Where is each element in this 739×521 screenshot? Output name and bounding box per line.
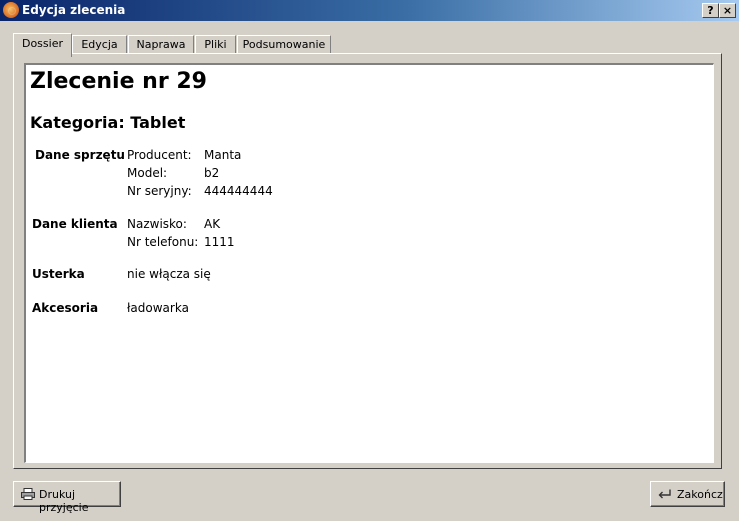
label-producer: Producent: — [127, 148, 192, 162]
value-serial: 444444444 — [204, 184, 273, 198]
section-title-fault: Usterka — [32, 267, 85, 281]
category-heading: Kategoria: Tablet — [30, 113, 186, 132]
tab-edycja[interactable]: Edycja — [72, 35, 127, 53]
value-surname: AK — [204, 217, 221, 231]
finish-label: Zakończ — [677, 488, 723, 501]
print-receipt-button[interactable]: Drukuj przyjęcie — [13, 481, 121, 514]
finish-button[interactable]: Zakończ — [650, 481, 725, 507]
value-producer: Manta — [204, 148, 242, 162]
order-heading: Zlecenie nr 29 — [30, 69, 207, 94]
tab-podsumowanie[interactable]: Podsumowanie — [237, 35, 331, 53]
help-button[interactable]: ? — [702, 3, 719, 18]
value-fault: nie włącza się — [127, 267, 211, 281]
app-icon — [3, 2, 19, 18]
window-title: Edycja zlecenia — [22, 3, 126, 17]
value-accessories: ładowarka — [127, 301, 189, 315]
section-title-equipment: Dane sprzętu — [35, 148, 125, 162]
label-model: Model: — [127, 166, 168, 180]
title-bar: Edycja zlecenia ? × — [0, 0, 739, 21]
tab-pliki[interactable]: Pliki — [195, 35, 236, 53]
enter-icon — [658, 489, 671, 499]
tab-dossier[interactable]: Dossier — [13, 33, 72, 57]
label-phone: Nr telefonu: — [127, 235, 199, 249]
label-serial: Nr seryjny: — [127, 184, 192, 198]
section-title-accessories: Akcesoria — [32, 301, 99, 315]
printer-icon — [21, 488, 35, 500]
tab-naprawa[interactable]: Naprawa — [128, 35, 194, 53]
section-title-client: Dane klienta — [32, 217, 118, 231]
close-button[interactable]: × — [719, 3, 736, 18]
print-receipt-label: Drukuj przyjęcie — [39, 488, 89, 514]
value-model: b2 — [204, 166, 220, 180]
label-surname: Nazwisko: — [127, 217, 187, 231]
value-phone: 1111 — [204, 235, 235, 249]
